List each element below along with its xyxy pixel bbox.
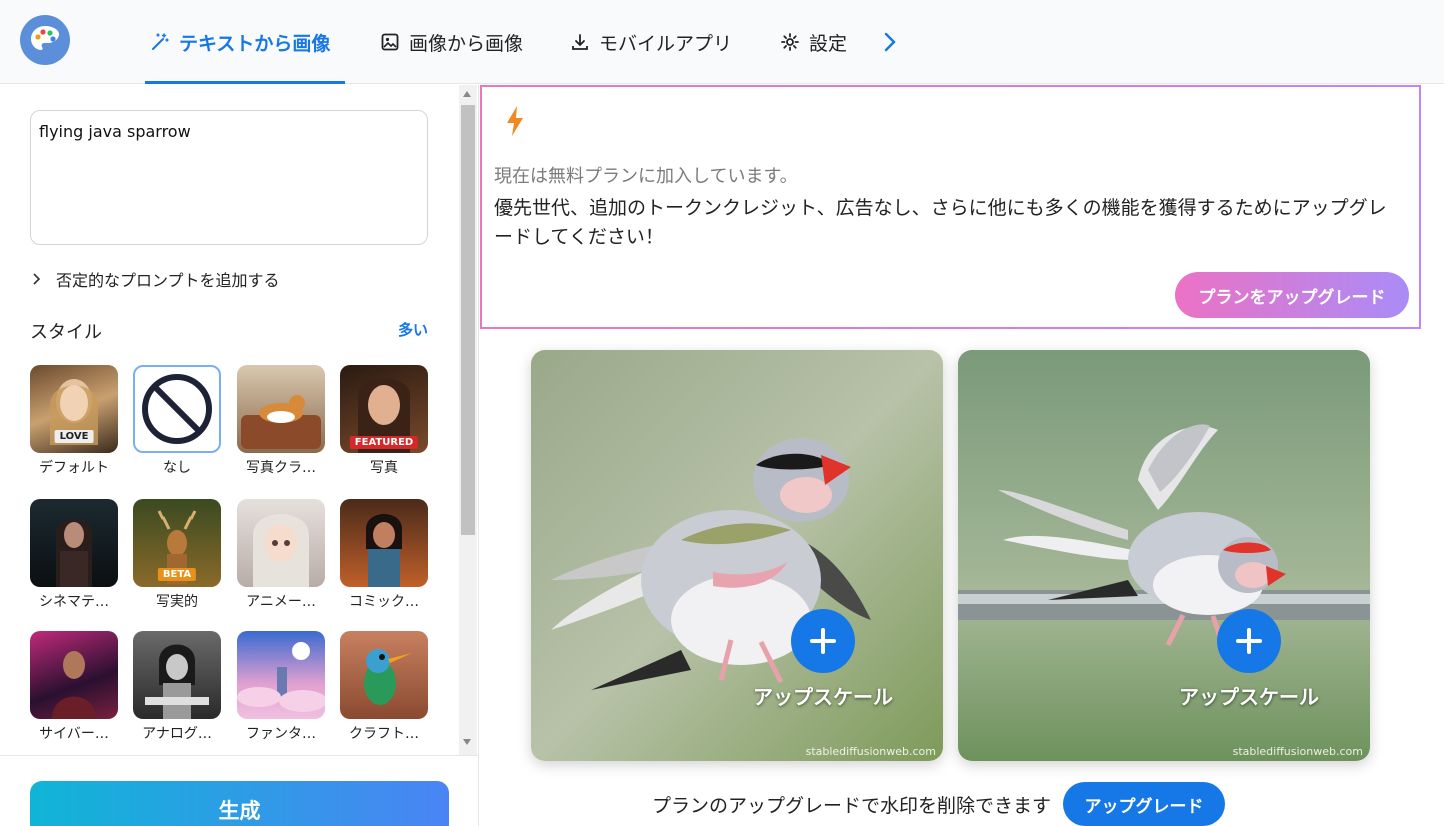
style-option-fantasy[interactable]: ファンタ… xyxy=(237,631,325,746)
top-navigation: テキストから画像 画像から画像 モバイルアプリ 設定 xyxy=(0,0,1444,84)
style-thumbnail xyxy=(340,499,428,587)
style-label: ファンタ… xyxy=(246,726,316,742)
scroll-up-arrow-icon[interactable] xyxy=(463,91,471,97)
image-icon xyxy=(381,33,399,51)
result-image-2[interactable]: アップスケール stablediffusionweb.com xyxy=(958,350,1370,761)
prompt-input[interactable]: flying java sparrow xyxy=(30,110,428,245)
watermark-notice-row: プランのアップグレードで水印を削除できます アップグレード xyxy=(652,782,1226,826)
style-option-craft[interactable]: クラフト… xyxy=(340,631,428,746)
style-thumbnail xyxy=(133,631,221,719)
style-label: サイバー… xyxy=(39,726,109,742)
result-image-1[interactable]: アップスケール stablediffusionweb.com xyxy=(531,350,943,761)
style-label: 写実的 xyxy=(156,594,198,610)
style-label: アナログ… xyxy=(142,726,212,742)
beta-badge: BETA xyxy=(157,568,197,581)
style-option-comic[interactable]: コミック… xyxy=(340,499,428,614)
style-section-title: スタイル xyxy=(30,322,102,343)
tab-label: 設定 xyxy=(809,32,848,55)
style-option-analog[interactable]: アナログ… xyxy=(133,631,221,746)
upgrade-message: 優先世代、追加のトークンクレジット、広告なし、さらに他にも多くの機能を獲得するた… xyxy=(494,197,1387,248)
style-thumbnail xyxy=(340,631,428,719)
magic-wand-icon xyxy=(152,33,169,50)
style-label: コミック… xyxy=(349,594,419,610)
style-thumbnail xyxy=(237,365,325,453)
style-thumbnail xyxy=(237,499,325,587)
chevron-right-icon[interactable] xyxy=(878,28,902,56)
style-grid: LOVE デフォルト なし 写真クラ… FEATURED 写真 シネマテ… BE… xyxy=(30,365,440,755)
palette-logo-icon[interactable] xyxy=(20,15,70,65)
chevron-right-icon xyxy=(33,273,41,285)
active-tab-indicator xyxy=(145,81,345,84)
negative-prompt-toggle[interactable]: 否定的なプロンプトを追加する xyxy=(32,267,280,291)
upscale-button[interactable] xyxy=(791,609,855,673)
style-thumbnail: BETA xyxy=(133,499,221,587)
upgrade-promo-banner: 現在は無料プランに加入しています。 優先世代、追加のトークンクレジット、広告なし… xyxy=(480,85,1421,329)
watermark-notice-text: プランのアップグレードで水印を削除できます xyxy=(652,794,1052,817)
tab-mobile-app[interactable]: モバイルアプリ xyxy=(570,0,732,84)
generate-area: 生成 xyxy=(0,755,478,826)
tab-text-to-image[interactable]: テキストから画像 xyxy=(150,0,330,84)
style-option-default[interactable]: LOVE デフォルト xyxy=(30,365,118,480)
more-styles-link[interactable]: 多い xyxy=(398,319,428,340)
style-thumbnail xyxy=(30,499,118,587)
image-watermark: stablediffusionweb.com xyxy=(805,745,936,758)
style-option-anime[interactable]: アニメー… xyxy=(237,499,325,614)
main-content: 現在は無料プランに加入しています。 優先世代、追加のトークンクレジット、広告なし… xyxy=(480,85,1444,826)
tab-settings[interactable]: 設定 xyxy=(780,0,847,84)
style-thumbnail xyxy=(133,365,221,453)
featured-badge: FEATURED xyxy=(349,436,419,449)
tab-label: 画像から画像 xyxy=(409,32,524,55)
style-label: シネマテ… xyxy=(39,594,109,610)
upscale-label: アップスケール xyxy=(1179,685,1319,709)
style-option-photo-classic[interactable]: 写真クラ… xyxy=(237,365,325,480)
prohibited-icon xyxy=(142,374,212,444)
sidebar: flying java sparrow 否定的なプロンプトを追加する スタイル … xyxy=(0,85,479,826)
upscale-label: アップスケール xyxy=(753,685,893,709)
image-watermark: stablediffusionweb.com xyxy=(1232,745,1363,758)
style-option-photo[interactable]: FEATURED 写真 xyxy=(340,365,428,480)
style-label: デフォルト xyxy=(39,460,109,476)
tab-image-to-image[interactable]: 画像から画像 xyxy=(380,0,523,84)
tab-label: テキストから画像 xyxy=(179,32,331,55)
style-label: アニメー… xyxy=(246,594,316,610)
lightning-bolt-icon xyxy=(507,106,523,136)
current-plan-text: 現在は無料プランに加入しています。 xyxy=(494,166,798,187)
download-icon xyxy=(572,34,588,50)
scrollbar-thumb[interactable] xyxy=(461,105,475,535)
style-label: なし xyxy=(163,460,191,476)
style-label: 写真クラ… xyxy=(246,460,316,476)
negative-prompt-label: 否定的なプロンプトを追加する xyxy=(56,271,280,290)
plus-icon xyxy=(1236,628,1262,654)
upscale-button[interactable] xyxy=(1217,609,1281,673)
style-thumbnail xyxy=(30,631,118,719)
style-thumbnail xyxy=(237,631,325,719)
love-badge: LOVE xyxy=(54,430,94,443)
prompt-value: flying java sparrow xyxy=(39,122,191,141)
plus-icon xyxy=(810,628,836,654)
style-option-cyberpunk[interactable]: サイバー… xyxy=(30,631,118,746)
gear-icon xyxy=(781,33,799,51)
style-option-none[interactable]: なし xyxy=(133,365,221,480)
style-thumbnail: FEATURED xyxy=(340,365,428,453)
style-thumbnail: LOVE xyxy=(30,365,118,453)
style-label: 写真 xyxy=(370,460,398,476)
style-option-cinematic[interactable]: シネマテ… xyxy=(30,499,118,614)
tab-label: モバイルアプリ xyxy=(599,32,733,55)
scroll-down-arrow-icon[interactable] xyxy=(463,739,471,745)
upgrade-button[interactable]: アップグレード xyxy=(1063,782,1226,826)
upgrade-plan-button[interactable]: プランをアップグレード xyxy=(1175,272,1409,318)
style-option-realistic[interactable]: BETA 写実的 xyxy=(133,499,221,614)
style-label: クラフト… xyxy=(349,726,419,742)
generate-button[interactable]: 生成 xyxy=(30,781,449,826)
